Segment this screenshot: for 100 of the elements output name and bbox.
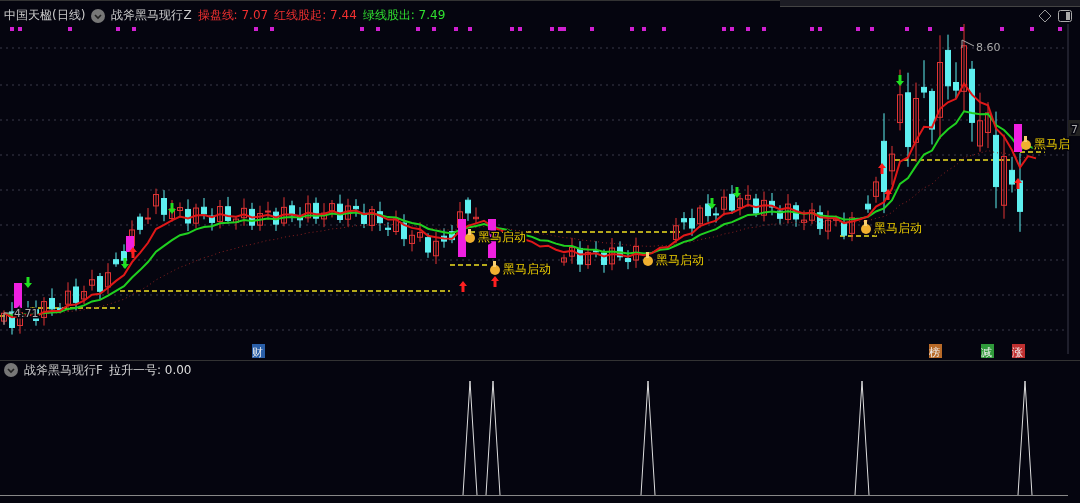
candlestick — [73, 278, 79, 311]
candlestick — [177, 201, 183, 219]
candlestick — [897, 69, 903, 131]
candlestick — [209, 207, 215, 232]
candlestick — [321, 202, 327, 228]
candlestick — [585, 244, 591, 270]
candlestick — [105, 262, 111, 295]
indicator-value: 操盘线: 7.07 — [197, 7, 269, 24]
candlestick — [449, 224, 455, 244]
candlestick — [465, 196, 471, 222]
indicator-name: 战斧黑马现行Z — [111, 7, 192, 24]
candlestick — [353, 198, 359, 218]
candlestick — [409, 229, 415, 252]
candlestick — [329, 199, 335, 218]
down-arrow-icon — [24, 277, 32, 288]
candlestick — [921, 59, 927, 99]
candlestick — [281, 196, 287, 227]
candlestick — [985, 101, 991, 149]
candlestick — [777, 204, 783, 225]
candlestick — [561, 253, 567, 267]
candlestick — [617, 240, 623, 262]
candlestick — [249, 202, 255, 231]
candlestick — [441, 227, 447, 249]
candlestick — [849, 211, 855, 242]
candlestick — [49, 287, 55, 317]
candlestick — [601, 248, 607, 274]
event-tag[interactable]: 减 — [981, 344, 994, 359]
candlestick — [233, 215, 239, 231]
candlestick — [769, 192, 775, 216]
indicator-value: 绿线股出: 7.49 — [362, 7, 446, 24]
candlestick — [225, 196, 231, 225]
candlestick — [265, 201, 271, 221]
candlestick — [289, 200, 295, 223]
candlestick — [113, 251, 119, 268]
candlestick — [153, 188, 159, 215]
axis-price-label: 7 — [1068, 120, 1080, 136]
candlestick — [393, 210, 399, 236]
low-price-label: 4.71 — [3, 307, 39, 326]
candlestick — [681, 211, 687, 231]
candlestick — [257, 205, 263, 232]
candlestick — [801, 210, 807, 231]
candlestick — [169, 199, 175, 223]
down-arrow-icon — [121, 258, 129, 269]
candlestick — [241, 198, 247, 227]
down-arrow-icon — [168, 203, 176, 214]
candlestick — [161, 189, 167, 222]
signal-bar — [458, 219, 466, 257]
up-arrow-icon — [491, 276, 499, 287]
candlestick — [809, 202, 815, 225]
down-arrow-icon — [733, 187, 741, 198]
candlestick — [865, 194, 871, 214]
candlestick — [425, 232, 431, 259]
event-tag[interactable]: 涨 — [1012, 344, 1025, 359]
panel-toggle-icon[interactable] — [1058, 9, 1072, 22]
candlestick — [737, 193, 743, 216]
candlestick — [745, 184, 751, 208]
down-arrow-icon — [896, 75, 904, 86]
candlestick — [433, 231, 439, 265]
candlestick — [1, 309, 7, 325]
candlestick — [873, 176, 879, 204]
indicator-value: 红线股起: 7.44 — [274, 7, 357, 24]
candlestick — [609, 237, 615, 271]
signal-label: 黑马启动 — [874, 221, 922, 235]
candlestick — [385, 221, 391, 237]
candlestick — [417, 221, 423, 243]
candlestick — [833, 214, 839, 227]
candlestick — [201, 197, 207, 220]
indicator-value: 拉升一号: 0.00 — [108, 361, 192, 379]
candlestick — [41, 296, 47, 327]
candlestick — [753, 193, 759, 218]
candlestick — [625, 249, 631, 270]
candlestick — [825, 210, 831, 240]
up-arrow-icon — [1014, 178, 1022, 189]
signal-label: 黑马启 — [1034, 137, 1070, 151]
candlestick — [569, 237, 575, 265]
candlestick — [1009, 156, 1015, 193]
chevron-down-icon[interactable] — [4, 363, 18, 377]
candlestick — [217, 199, 223, 229]
candlestick — [705, 193, 711, 223]
candlestick — [889, 145, 895, 186]
down-arrow-icon — [708, 198, 716, 209]
event-tag[interactable]: 榜 — [929, 344, 942, 359]
high-price-label: 8.60 — [961, 39, 1001, 54]
candlestick — [305, 194, 311, 224]
event-tag[interactable]: 财 — [252, 344, 265, 359]
candlestick — [929, 88, 935, 145]
candlestick — [793, 201, 799, 228]
chevron-down-icon[interactable] — [91, 8, 106, 23]
candlestick — [977, 92, 983, 153]
candlestick — [137, 213, 143, 235]
candlestick — [577, 240, 583, 273]
diamond-icon[interactable] — [1038, 8, 1052, 23]
support-line — [1019, 151, 1046, 153]
candlestick — [345, 198, 351, 228]
up-arrow-icon — [884, 189, 892, 200]
signal-label: 黑马启动 — [503, 262, 551, 276]
candlestick — [785, 193, 791, 224]
candlestick — [145, 207, 151, 225]
candlestick — [697, 204, 703, 229]
candlestick — [721, 188, 727, 216]
